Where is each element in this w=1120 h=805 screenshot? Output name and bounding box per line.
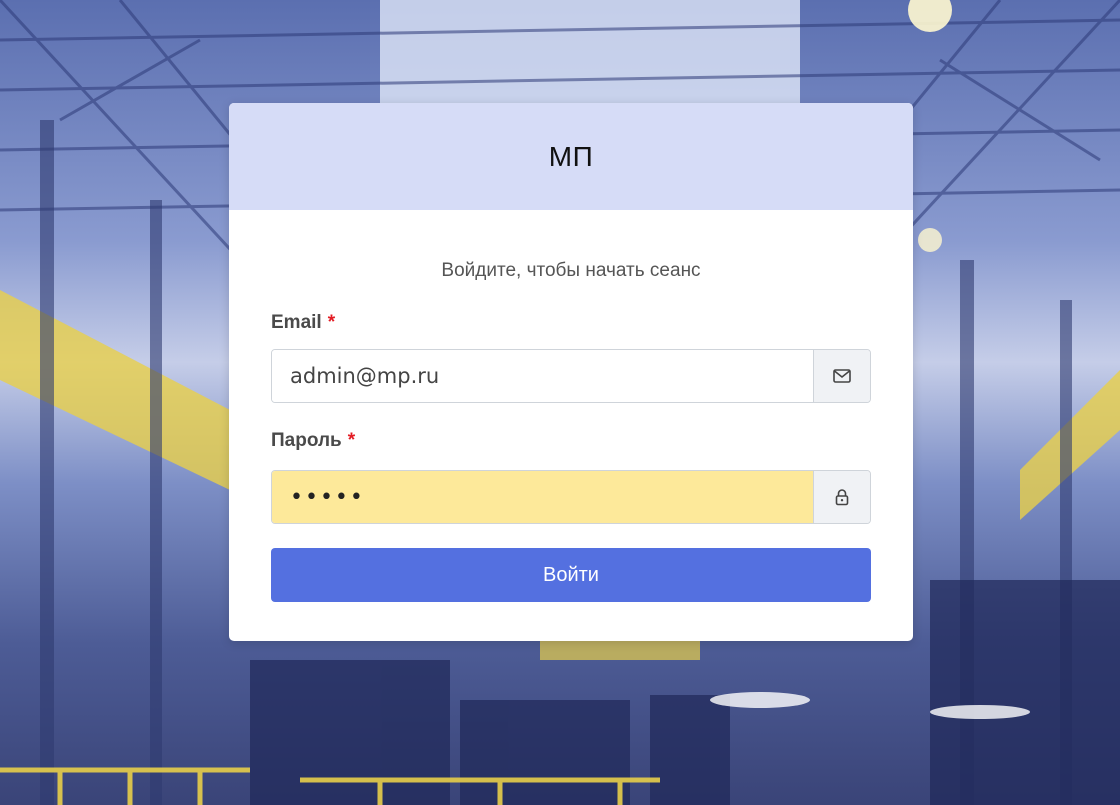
required-marker: *: [327, 312, 336, 333]
password-label: Пароль *: [271, 429, 871, 453]
login-subtitle: Войдите, чтобы начать сеанс: [441, 260, 701, 281]
login-form: Войдите, чтобы начать сеанс Email* Парол…: [229, 260, 913, 602]
password-input-group: [271, 470, 871, 524]
email-label: Email *: [271, 311, 871, 335]
envelope-icon: [833, 369, 851, 383]
login-button[interactable]: Войти: [271, 548, 871, 602]
email-input-group: [271, 349, 871, 403]
email-addon: [813, 350, 870, 402]
password-input[interactable]: [272, 471, 813, 523]
password-addon: [813, 471, 870, 523]
required-marker: *: [347, 430, 356, 451]
login-card: МП Войдите, чтобы начать сеанс Email* Па…: [229, 103, 913, 641]
card-header: МП: [229, 103, 913, 210]
lock-icon: [835, 489, 849, 506]
email-label-text: Email: [271, 312, 322, 333]
password-label-text: Пароль: [271, 430, 342, 451]
email-input[interactable]: [272, 350, 813, 402]
app-title: МП: [548, 140, 594, 172]
